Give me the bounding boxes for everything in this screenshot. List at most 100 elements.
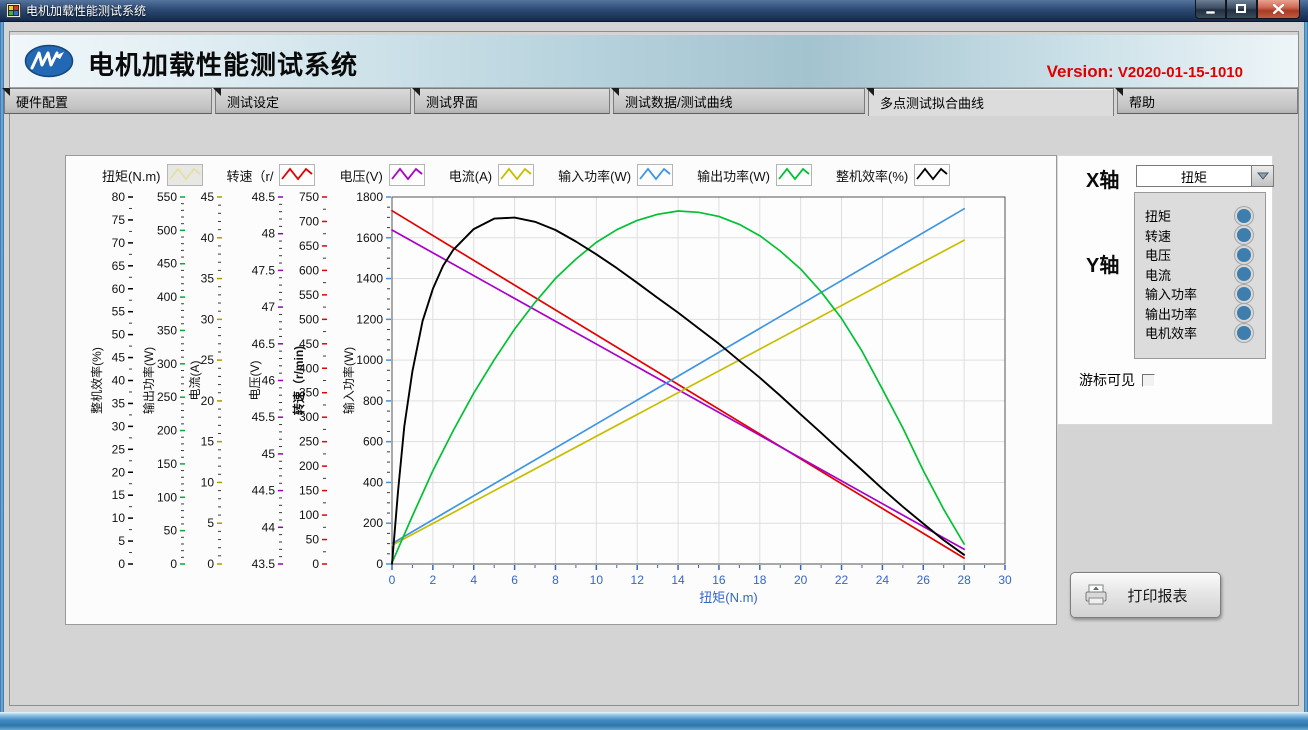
series-enabled-led[interactable]	[1237, 228, 1251, 242]
legend-item[interactable]: 转速（r/	[227, 164, 316, 186]
svg-text:500: 500	[157, 223, 177, 237]
y-axis-item-label: 电机效率	[1145, 323, 1237, 342]
svg-text:500: 500	[299, 312, 319, 326]
company-logo-icon	[24, 44, 74, 78]
svg-text:0: 0	[389, 573, 396, 587]
y-axis-list-item[interactable]: 电流	[1135, 265, 1265, 285]
svg-text:100: 100	[299, 508, 319, 522]
y-axis-list-item[interactable]: 电压	[1135, 245, 1265, 265]
y-axis-list-item[interactable]: 电机效率	[1135, 323, 1265, 343]
tab-hardware-config[interactable]: 硬件配置	[4, 88, 212, 114]
svg-text:700: 700	[299, 214, 319, 228]
svg-text:10: 10	[590, 573, 604, 587]
legend-swatch-icon	[279, 164, 315, 186]
svg-text:18: 18	[753, 573, 767, 587]
series-enabled-led[interactable]	[1237, 306, 1251, 320]
svg-text:46: 46	[262, 374, 276, 388]
series-enabled-led[interactable]	[1237, 267, 1251, 281]
svg-text:150: 150	[157, 457, 177, 471]
legend-label: 电压(V)	[339, 166, 382, 185]
window-frame-right	[1304, 22, 1308, 712]
print-report-button[interactable]: 打印报表	[1070, 572, 1221, 618]
svg-text:1800: 1800	[356, 190, 383, 204]
print-report-label: 打印报表	[1123, 585, 1192, 606]
tab-help[interactable]: 帮助	[1117, 88, 1298, 114]
svg-text:40: 40	[112, 374, 126, 388]
svg-text:5: 5	[207, 516, 214, 530]
svg-text:35: 35	[201, 272, 215, 286]
svg-text:0: 0	[207, 557, 214, 571]
svg-text:15: 15	[112, 488, 126, 502]
svg-text:30: 30	[201, 312, 215, 326]
svg-text:44: 44	[262, 520, 276, 534]
series-enabled-led[interactable]	[1237, 209, 1251, 223]
svg-text:55: 55	[112, 305, 126, 319]
y-axis-item-label: 扭矩	[1145, 206, 1237, 225]
maximize-button[interactable]	[1226, 0, 1257, 19]
tab-multipoint-fit-curves[interactable]: 多点测试拟合曲线	[868, 88, 1114, 116]
printer-icon	[1083, 583, 1109, 607]
tab-bar: 硬件配置 测试设定 测试界面 测试数据/测试曲线 多点测试拟合曲线 帮助	[4, 88, 1304, 115]
y-axis-listbox: 扭矩转速电压电流输入功率输出功率电机效率	[1134, 192, 1266, 359]
cursor-visible-label: 游标可见	[1079, 370, 1135, 390]
cursor-visible-checkbox[interactable]	[1142, 374, 1155, 387]
x-axis-dropdown-value: 扭矩	[1137, 166, 1251, 186]
svg-text:1600: 1600	[356, 231, 383, 245]
x-axis-label: X轴	[1086, 164, 1119, 193]
tab-test-data-curves[interactable]: 测试数据/测试曲线	[613, 88, 865, 114]
legend-label: 转速（r/	[227, 166, 274, 185]
svg-text:45: 45	[262, 447, 276, 461]
chart-legend: 扭矩(N.m) 转速（r/电压(V) 电流(A) 输入功率(W) 输出功率(W) 整机效率…	[102, 162, 974, 188]
svg-text:8: 8	[552, 573, 559, 587]
fit-curve-chart-panel: 扭矩(N.m) 转速（r/电压(V) 电流(A) 输入功率(W) 输出功率(W) 整机效率…	[65, 155, 1057, 625]
legend-label: 扭矩(N.m)	[102, 166, 161, 185]
dropdown-arrow-button[interactable]	[1251, 166, 1273, 186]
svg-text:600: 600	[299, 263, 319, 277]
svg-text:14: 14	[671, 573, 685, 587]
series-enabled-led[interactable]	[1237, 248, 1251, 262]
title-bar: 电机加载性能测试系统	[0, 0, 1308, 22]
svg-text:28: 28	[957, 573, 971, 587]
legend-item[interactable]: 电压(V)	[339, 164, 424, 186]
legend-item[interactable]: 输出功率(W)	[697, 164, 812, 186]
legend-swatch-icon	[637, 164, 673, 186]
x-axis-dropdown[interactable]: 扭矩	[1136, 165, 1274, 187]
series-enabled-led[interactable]	[1237, 326, 1251, 340]
series-enabled-led[interactable]	[1237, 287, 1251, 301]
svg-text:75: 75	[112, 213, 126, 227]
header-band: 电机加载性能测试系统 Version: V2020-01-15-1010	[10, 35, 1298, 88]
svg-text:45: 45	[112, 351, 126, 365]
y-axis-list-item[interactable]: 输出功率	[1135, 304, 1265, 324]
svg-text:12: 12	[631, 573, 645, 587]
svg-text:45.5: 45.5	[252, 410, 276, 424]
y-axis-list-item[interactable]: 扭矩	[1135, 206, 1265, 226]
svg-text:4: 4	[470, 573, 477, 587]
legend-item[interactable]: 扭矩(N.m)	[102, 164, 203, 186]
svg-text:6: 6	[511, 573, 518, 587]
window-frame-left	[0, 22, 4, 712]
svg-text:5: 5	[118, 534, 125, 548]
legend-swatch-icon	[776, 164, 812, 186]
legend-swatch-icon	[914, 164, 950, 186]
minimize-button[interactable]	[1195, 0, 1226, 19]
y-axis-list-item[interactable]: 输入功率	[1135, 284, 1265, 304]
close-button[interactable]	[1257, 0, 1300, 19]
svg-text:25: 25	[201, 353, 215, 367]
tab-test-settings[interactable]: 测试设定	[215, 88, 411, 114]
legend-label: 电流(A)	[449, 166, 492, 185]
y-axis-list-item[interactable]: 转速	[1135, 226, 1265, 246]
svg-text:24: 24	[876, 573, 890, 587]
svg-text:1400: 1400	[356, 272, 383, 286]
legend-item[interactable]: 整机效率(%)	[836, 164, 950, 186]
fit-curve-chart[interactable]: 05101520253035404550556065707580整机效率(%)0…	[66, 156, 1058, 626]
svg-text:43.5: 43.5	[252, 557, 276, 571]
legend-item[interactable]: 输入功率(W)	[558, 164, 673, 186]
svg-text:650: 650	[299, 239, 319, 253]
svg-text:200: 200	[363, 516, 383, 530]
axis-control-panel: X轴 扭矩 Y轴 扭矩转速电压电流输入功率输出功率电机效率 游标可见	[1057, 155, 1273, 425]
legend-item[interactable]: 电流(A)	[449, 164, 534, 186]
tab-test-interface[interactable]: 测试界面	[414, 88, 610, 114]
y-axis-item-label: 输入功率	[1145, 284, 1237, 303]
svg-text:50: 50	[164, 524, 178, 538]
svg-text:15: 15	[201, 435, 215, 449]
